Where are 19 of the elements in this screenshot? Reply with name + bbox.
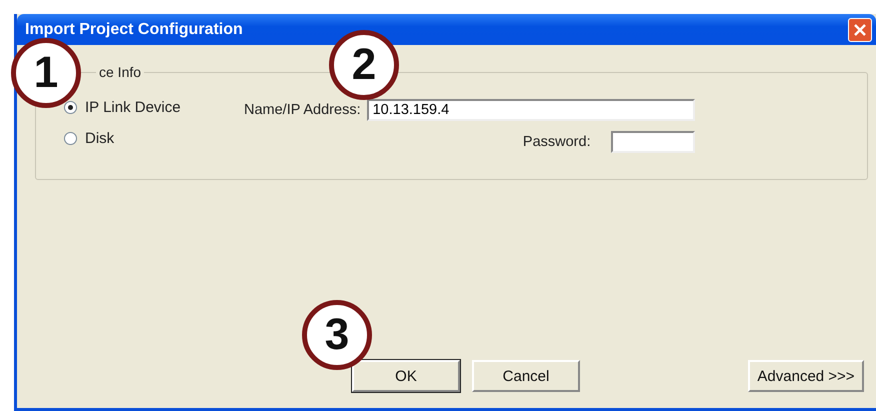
step-callout: 1 [11, 38, 81, 108]
advanced-button[interactable]: Advanced >>> [748, 360, 864, 392]
dialog-button[interactable]: Cancel [472, 360, 580, 392]
step-callout: 3 [302, 300, 372, 370]
radio-button[interactable] [64, 132, 77, 145]
radio-label: IP Link Device [85, 99, 181, 116]
dialog-button[interactable]: OK [352, 360, 460, 392]
radio-label: Disk [85, 130, 114, 147]
group-label: ce Info [96, 64, 144, 80]
close-icon [853, 22, 867, 36]
address-field[interactable]: 10.13.159.4 [366, 99, 695, 121]
field-label: Name/IP Address: [244, 102, 361, 118]
field-label: Password: [522, 134, 591, 150]
radio-option[interactable]: Disk [64, 130, 244, 147]
radio-button[interactable] [64, 101, 77, 114]
window-title: Import Project Configuration [25, 20, 243, 38]
close-button[interactable] [848, 18, 872, 42]
password-field[interactable] [610, 131, 695, 153]
step-callout: 2 [329, 30, 399, 100]
